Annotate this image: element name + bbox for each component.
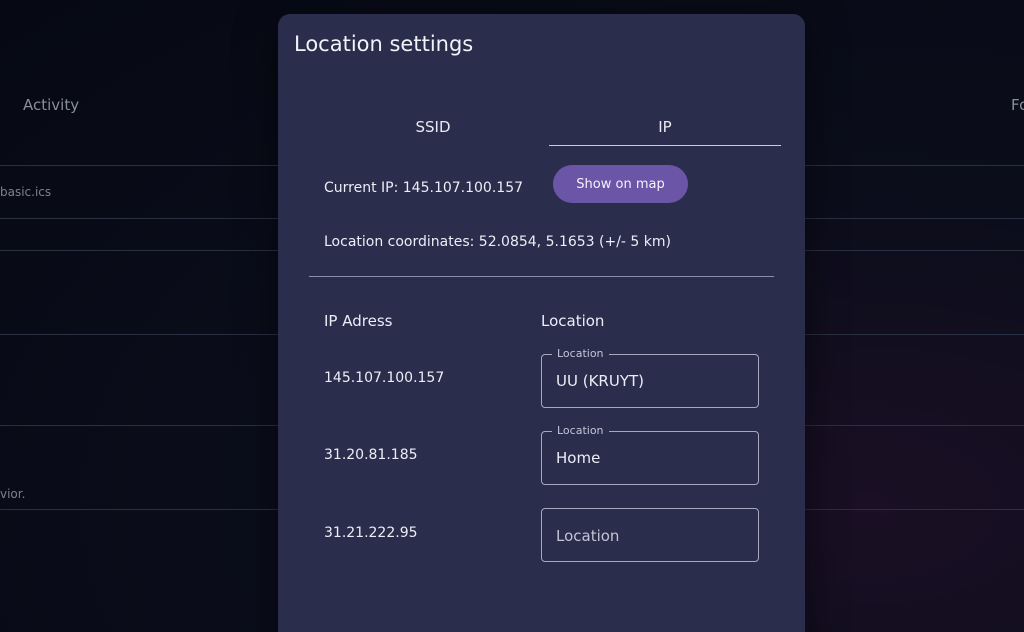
dialog-title: Location settings xyxy=(294,32,474,56)
location-field[interactable] xyxy=(541,508,759,562)
tab-ip[interactable]: IP xyxy=(549,108,781,146)
location-input[interactable] xyxy=(556,355,748,407)
location-field[interactable]: Location xyxy=(541,348,759,408)
location-field[interactable]: Location xyxy=(541,425,759,485)
activity-column-header: Activity xyxy=(23,96,80,114)
calendar-file-cell: basic.ics xyxy=(0,185,52,199)
ip-address-cell: 31.21.222.95 xyxy=(324,525,418,541)
current-ip-text: Current IP: 145.107.100.157 xyxy=(324,180,524,196)
description-cell: vior. xyxy=(0,487,26,501)
ip-address-cell: 31.20.81.185 xyxy=(324,447,418,463)
ip-address-cell: 145.107.100.157 xyxy=(324,370,445,386)
show-on-map-button[interactable]: Show on map xyxy=(553,165,688,203)
location-column-header: Location xyxy=(541,312,605,330)
ip-address-column-header: IP Adress xyxy=(324,312,393,330)
column-header-partial: Fo xyxy=(1011,96,1024,114)
location-coordinates-text: Location coordinates: 52.0854, 5.1653 (+… xyxy=(324,234,671,250)
location-settings-dialog: Location settings SSID IP Current IP: 14… xyxy=(278,14,805,632)
section-divider xyxy=(309,276,774,277)
location-input[interactable] xyxy=(556,509,748,561)
tab-ssid[interactable]: SSID xyxy=(317,108,549,146)
location-input[interactable] xyxy=(556,432,748,484)
